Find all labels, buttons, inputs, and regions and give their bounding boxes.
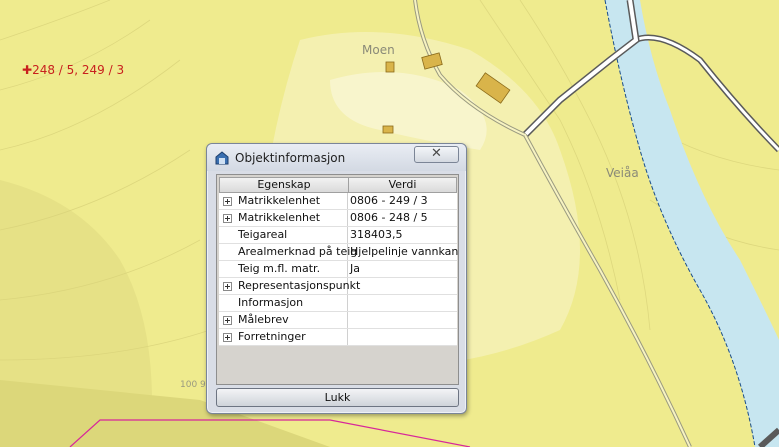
table-row[interactable]: Matrikkelenhet 0806 - 248 / 5	[219, 210, 457, 227]
parcel-label: ✚248 / 5, 249 / 3	[22, 63, 124, 77]
expand-icon[interactable]	[223, 214, 232, 223]
property-value	[349, 278, 458, 294]
contour-label: 100 9	[180, 380, 206, 390]
property-name: Teig m.fl. matr.	[238, 262, 321, 275]
property-name: Arealmerknad på teig	[238, 245, 358, 258]
expand-icon[interactable]	[223, 282, 232, 291]
property-value	[349, 312, 458, 328]
table-row[interactable]: Forretninger	[219, 329, 457, 346]
column-header-value[interactable]: Verdi	[348, 177, 457, 193]
expand-icon[interactable]	[223, 197, 232, 206]
property-name: Matrikkelenhet	[238, 194, 321, 207]
table-row[interactable]: Matrikkelenhet 0806 - 249 / 3	[219, 193, 457, 210]
expand-icon[interactable]	[223, 333, 232, 342]
house-icon	[215, 151, 229, 165]
property-value	[349, 329, 458, 345]
close-button[interactable]: ✕	[414, 146, 459, 163]
property-name: Representasjonspunkt	[238, 279, 361, 292]
property-value: 318403,5	[350, 228, 403, 241]
table-row[interactable]: Teig m.fl. matr. Ja	[219, 261, 457, 278]
table-row[interactable]: Arealmerknad på teig Hjelpelinje vannkan…	[219, 244, 458, 261]
property-name: Målebrev	[238, 313, 289, 326]
table-row[interactable]: Representasjonspunkt	[219, 278, 457, 295]
dialog-title: Objektinformasjon	[235, 151, 346, 165]
property-value: Hjelpelinje vannkan...	[350, 245, 458, 258]
object-info-dialog: Objektinformasjon ✕ Egenskap Verdi Matri…	[206, 143, 467, 414]
column-header-property[interactable]: Egenskap	[219, 177, 349, 193]
property-name: Informasjon	[238, 296, 304, 309]
table-row[interactable]: Målebrev	[219, 312, 457, 329]
parcel-label-text: 248 / 5, 249 / 3	[32, 63, 125, 77]
property-grid: Egenskap Verdi Matrikkelenhet 0806 - 249…	[216, 174, 459, 385]
lukk-button[interactable]: Lukk	[216, 388, 459, 407]
table-row[interactable]: Informasjon	[219, 295, 457, 312]
dialog-titlebar[interactable]: Objektinformasjon ✕	[207, 144, 466, 171]
property-name: Forretninger	[238, 330, 306, 343]
property-value: Ja	[350, 262, 360, 275]
property-value: 0806 - 248 / 5	[350, 211, 428, 224]
place-name-moen: Moen	[362, 43, 395, 57]
table-row[interactable]: Teigareal 318403,5	[219, 227, 457, 244]
property-name: Matrikkelenhet	[238, 211, 321, 224]
parcel-marker-icon: ✚	[22, 63, 33, 77]
place-name-veiaa: Veiåa	[606, 166, 639, 180]
close-icon: ✕	[431, 146, 442, 161]
property-value: 0806 - 249 / 3	[350, 194, 428, 207]
expand-icon[interactable]	[223, 316, 232, 325]
property-value	[349, 295, 458, 311]
property-name: Teigareal	[238, 228, 288, 241]
